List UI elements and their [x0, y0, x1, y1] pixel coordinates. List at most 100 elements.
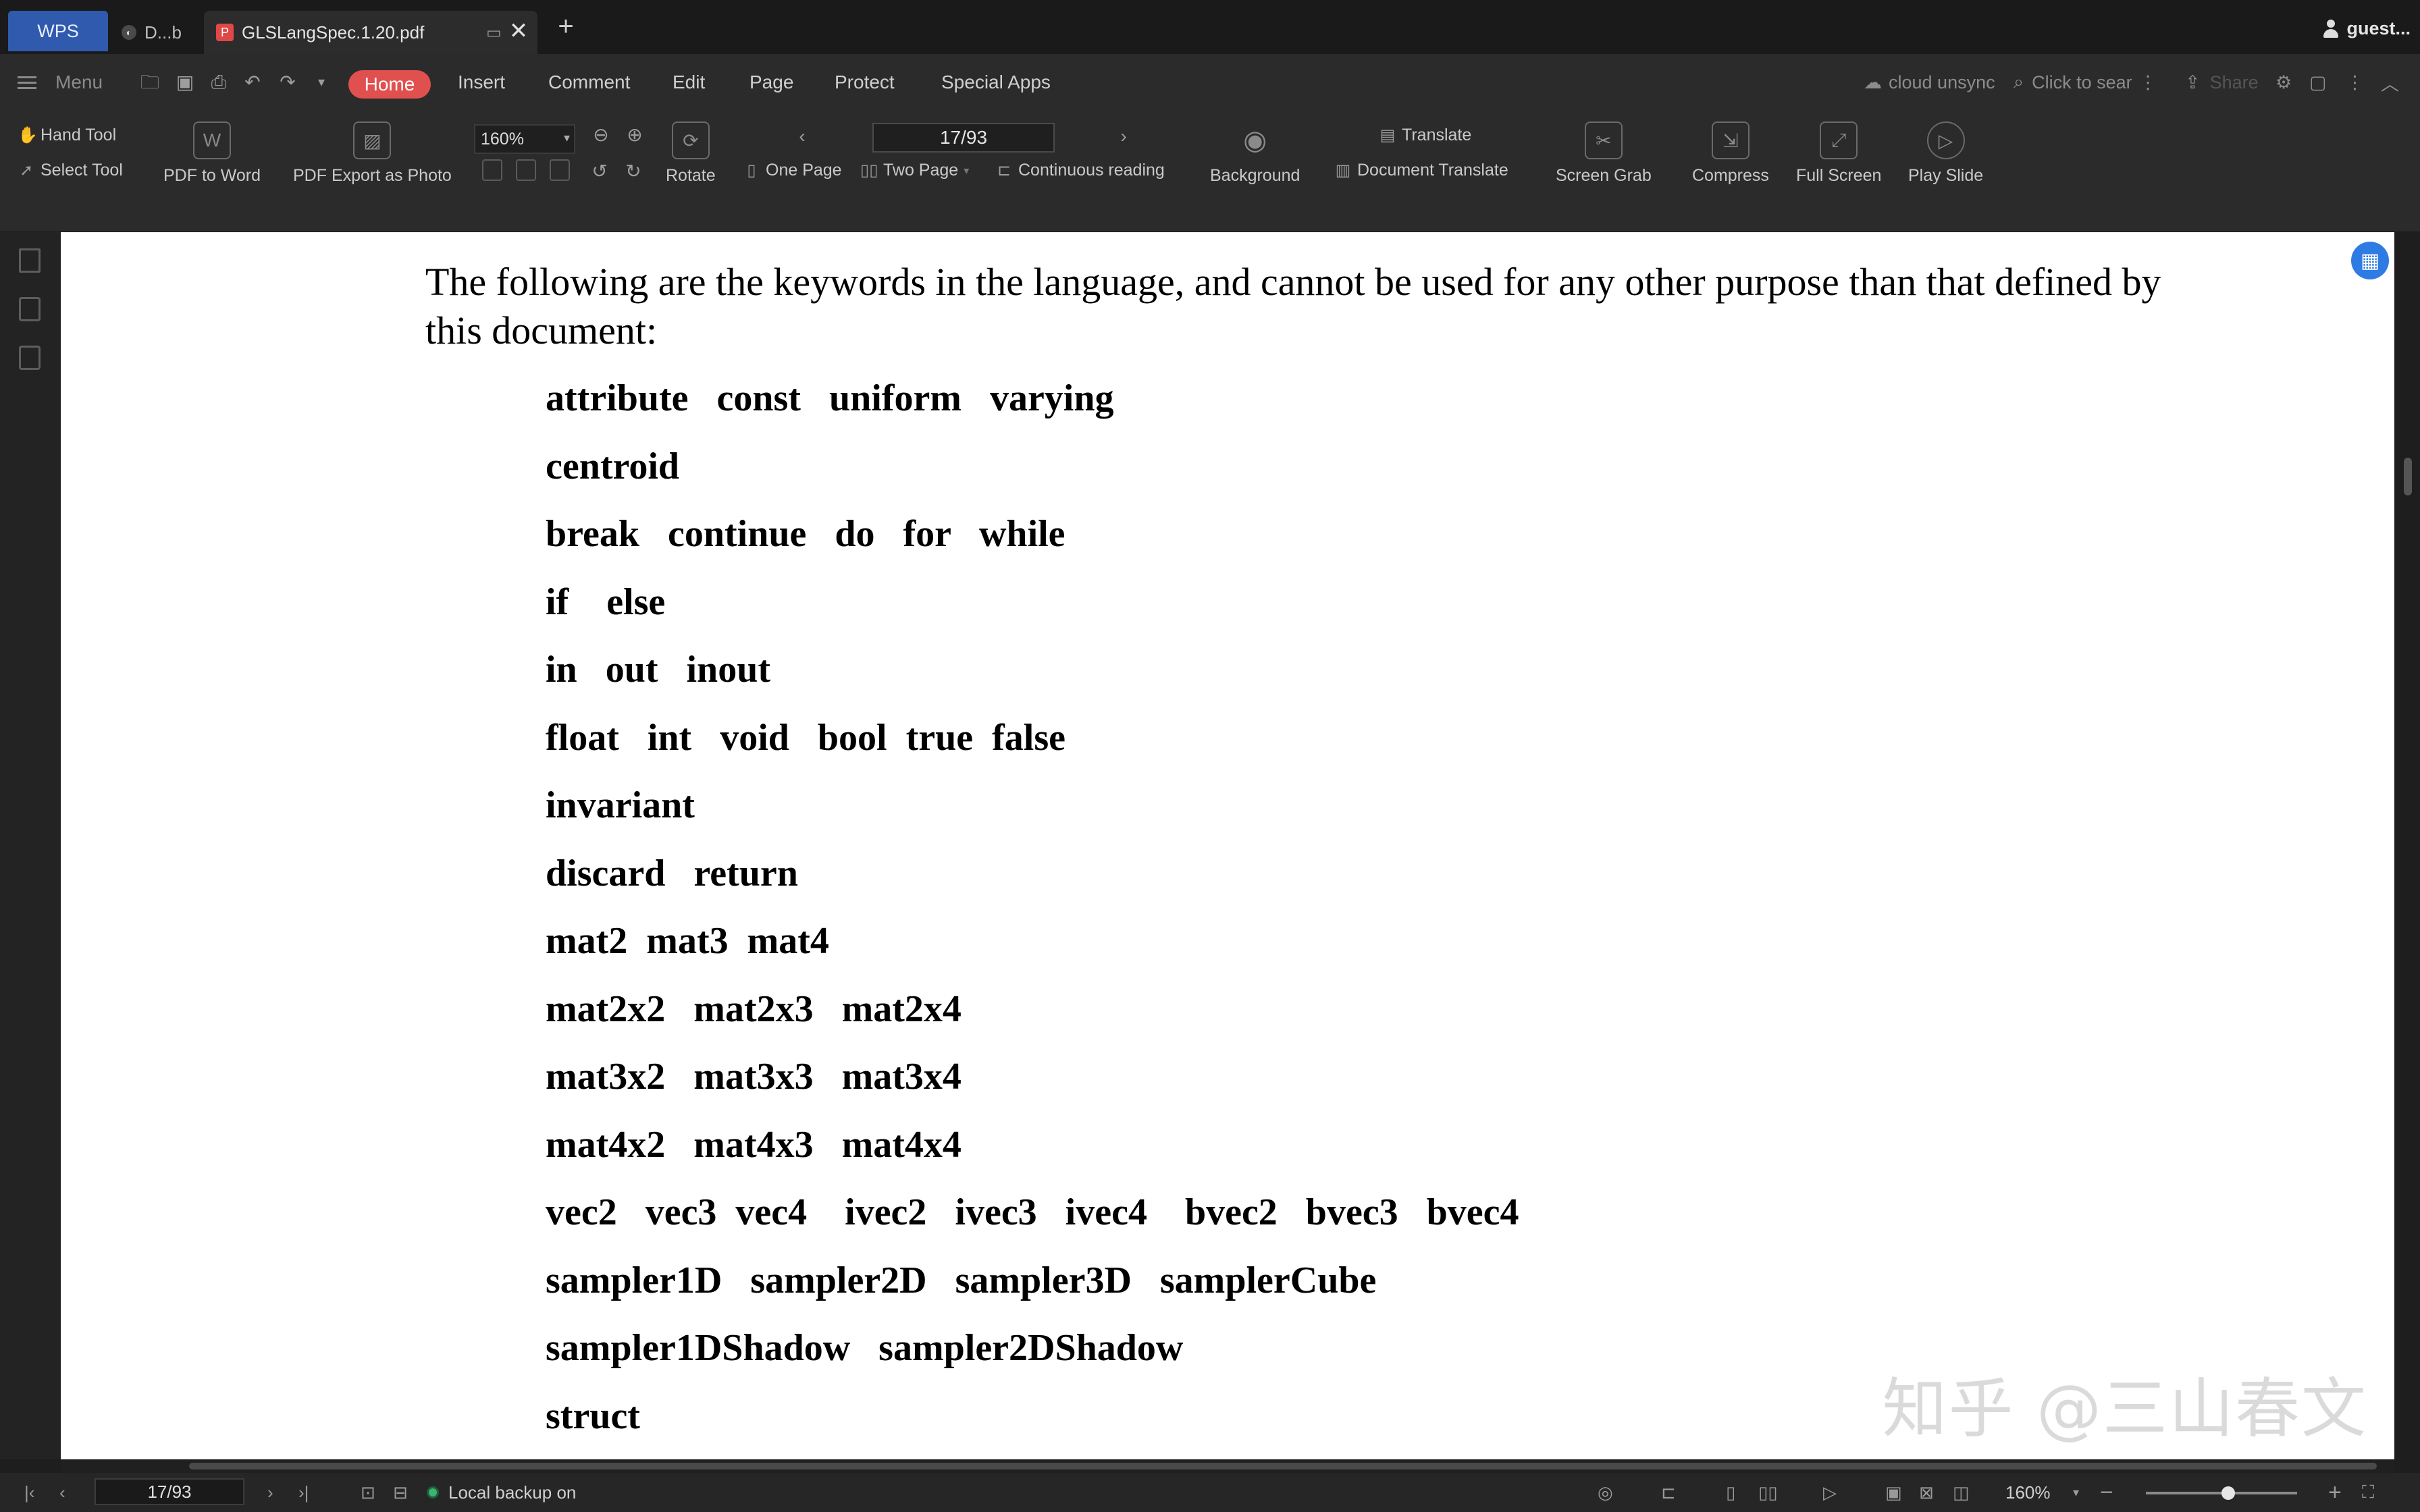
- continuous-reading-label: Continuous reading: [1018, 161, 1165, 180]
- undo-icon[interactable]: ↶: [240, 70, 265, 94]
- keyword-line: invariant: [546, 784, 695, 826]
- wps-home-tab[interactable]: WPS: [8, 11, 108, 51]
- actual-size-icon[interactable]: [550, 159, 570, 181]
- two-page-icon: ▯▯: [860, 161, 878, 180]
- more-vertical-icon[interactable]: ⋮: [2139, 72, 2157, 93]
- continuous-reading-button[interactable]: ⊏ Continuous reading: [995, 161, 1165, 180]
- new-tab-button[interactable]: +: [552, 13, 579, 40]
- status-zoom-value[interactable]: 160%: [2005, 1473, 2051, 1512]
- horizontal-scroll-thumb[interactable]: [189, 1463, 2377, 1469]
- floating-tools-icon[interactable]: ▦: [2351, 242, 2389, 279]
- status-page-input[interactable]: 17/93: [95, 1478, 244, 1505]
- settings-icon[interactable]: ⚙: [2276, 54, 2292, 111]
- eye-icon: ◉: [1243, 126, 1267, 155]
- title-tab-bar: WPS ◐ D...b P GLSLangSpec.1.20.pdf ▭ ✕ +…: [0, 0, 2420, 54]
- double-page-icon[interactable]: ▯▯: [1758, 1473, 1778, 1512]
- document-translate-label: Document Translate: [1357, 161, 1508, 180]
- share-button[interactable]: ⇪ Share: [2185, 54, 2259, 111]
- tab-page[interactable]: Page: [749, 54, 793, 111]
- pdf-to-word-button[interactable]: W PDF to Word: [163, 122, 261, 186]
- open-folder-icon[interactable]: 🗀: [138, 70, 162, 94]
- screen-grab-button[interactable]: ✂ Screen Grab: [1556, 122, 1652, 186]
- crop-icon[interactable]: ⊠: [1919, 1473, 1934, 1512]
- bookmark-icon[interactable]: [19, 248, 41, 273]
- previous-page-icon[interactable]: ‹: [59, 1473, 65, 1512]
- rotate-right-icon[interactable]: ↻: [621, 159, 646, 184]
- zoom-dropdown-icon[interactable]: ▾: [2073, 1473, 2079, 1512]
- next-page-icon[interactable]: ›: [267, 1473, 273, 1512]
- two-page-button[interactable]: ▯▯ Two Page ▾: [860, 161, 969, 180]
- hand-tool-button[interactable]: ✋ Hand Tool: [18, 126, 116, 145]
- zoom-level-select[interactable]: 160% ▾: [474, 124, 575, 154]
- zoom-in-button[interactable]: +: [2328, 1473, 2342, 1512]
- compress-button[interactable]: ⇲ Compress: [1692, 122, 1769, 186]
- fit-width-icon[interactable]: ⊏: [1661, 1473, 1676, 1512]
- search-box[interactable]: ⌕ Click to sear ⋮: [2014, 54, 2157, 111]
- fullscreen-icon[interactable]: ⛶: [2362, 1473, 2374, 1512]
- play-slide-button[interactable]: ▷ Play Slide: [1908, 122, 1983, 186]
- import-icon[interactable]: ⊟: [393, 1473, 408, 1512]
- vertical-scroll-thumb[interactable]: [2404, 458, 2412, 495]
- translate-button[interactable]: ▤ Translate: [1379, 126, 1472, 145]
- fit-page-icon[interactable]: ▣: [1885, 1473, 1902, 1512]
- rotate-left-icon[interactable]: ↺: [587, 159, 612, 184]
- next-page-icon[interactable]: ›: [1111, 124, 1136, 148]
- eye-protect-icon[interactable]: ◎: [1598, 1473, 1613, 1512]
- quick-access-dropdown-icon[interactable]: ▾: [309, 70, 334, 94]
- zoom-slider-knob[interactable]: [2221, 1486, 2235, 1500]
- tab-home[interactable]: Home: [348, 70, 431, 99]
- pdf-export-photo-button[interactable]: ▨ PDF Export as Photo: [293, 122, 452, 186]
- select-tool-button[interactable]: ➚ Select Tool: [18, 161, 123, 180]
- search-placeholder: Click to sear: [2032, 72, 2132, 92]
- document-translate-button[interactable]: ▥ Document Translate: [1334, 161, 1508, 180]
- play-icon[interactable]: ▷: [1823, 1473, 1837, 1512]
- export-icon[interactable]: ⊡: [361, 1473, 375, 1512]
- tab-edit[interactable]: Edit: [673, 54, 705, 111]
- chat-icon[interactable]: ▢: [2309, 54, 2327, 111]
- tab-document-1[interactable]: ◐ D...b: [116, 11, 197, 54]
- collapse-ribbon-icon[interactable]: ︿: [2381, 54, 2399, 111]
- menu-button[interactable]: Menu: [55, 54, 103, 111]
- print-icon[interactable]: ⎙: [207, 70, 231, 94]
- first-page-icon[interactable]: |‹: [24, 1473, 34, 1512]
- tab-special-apps[interactable]: Special Apps: [941, 54, 1051, 111]
- close-tab-button[interactable]: ✕: [508, 20, 529, 43]
- monitor-icon[interactable]: ▭: [486, 23, 505, 42]
- fit-width-icon[interactable]: [482, 159, 502, 181]
- horizontal-scrollbar[interactable]: [61, 1459, 2394, 1473]
- vertical-scrollbar[interactable]: [2394, 232, 2420, 1459]
- rotate-button[interactable]: ⟳ Rotate: [666, 122, 716, 186]
- single-page-icon[interactable]: ▯: [1726, 1473, 1735, 1512]
- thumbnails-icon[interactable]: [19, 297, 41, 321]
- menu-bar: Menu 🗀 ▣ ⎙ ↶ ↷ ▾ Home Insert Comment Edi…: [0, 54, 2420, 111]
- tab-insert[interactable]: Insert: [458, 54, 505, 111]
- actual-size-icon[interactable]: ◫: [1953, 1473, 1970, 1512]
- tab-protect[interactable]: Protect: [835, 54, 895, 111]
- one-page-button[interactable]: ▯ One Page: [743, 161, 841, 180]
- user-account-button[interactable]: guest...: [2321, 15, 2411, 42]
- zoom-out-button[interactable]: −: [2100, 1473, 2113, 1512]
- last-page-icon[interactable]: ›|: [298, 1473, 309, 1512]
- zoom-in-icon[interactable]: ⊕: [623, 123, 647, 147]
- tab-pdf-document[interactable]: P GLSLangSpec.1.20.pdf ▭ ✕: [204, 11, 537, 54]
- cloud-sync-status[interactable]: ☁ cloud unsync: [1864, 54, 1995, 111]
- tab-comment[interactable]: Comment: [548, 54, 630, 111]
- keyword-line: sampler1DShadow sampler2DShadow: [546, 1327, 1184, 1369]
- background-button[interactable]: ◉ Background: [1210, 122, 1300, 186]
- select-tool-label: Select Tool: [41, 161, 123, 180]
- full-screen-button[interactable]: ⤢ Full Screen: [1796, 122, 1881, 186]
- pdf-page-view[interactable]: ▦ The following are the keywords in the …: [61, 232, 2394, 1459]
- play-icon: ▷: [1926, 122, 1965, 159]
- fit-page-icon[interactable]: [516, 159, 536, 181]
- save-icon[interactable]: ▣: [173, 70, 197, 94]
- redo-icon[interactable]: ↷: [275, 70, 300, 94]
- keyword-line: mat2 mat3 mat4: [546, 920, 829, 962]
- attachment-icon[interactable]: [19, 346, 41, 370]
- zoom-out-icon[interactable]: ⊖: [589, 123, 613, 147]
- document-translate-icon: ▥: [1335, 161, 1351, 180]
- hamburger-menu-icon[interactable]: [18, 54, 38, 111]
- more-options-icon[interactable]: ⋮: [2346, 54, 2364, 111]
- page-number-input[interactable]: 17/93: [872, 123, 1055, 153]
- previous-page-icon[interactable]: ‹: [790, 124, 814, 148]
- backup-status[interactable]: Local backup on: [427, 1473, 576, 1512]
